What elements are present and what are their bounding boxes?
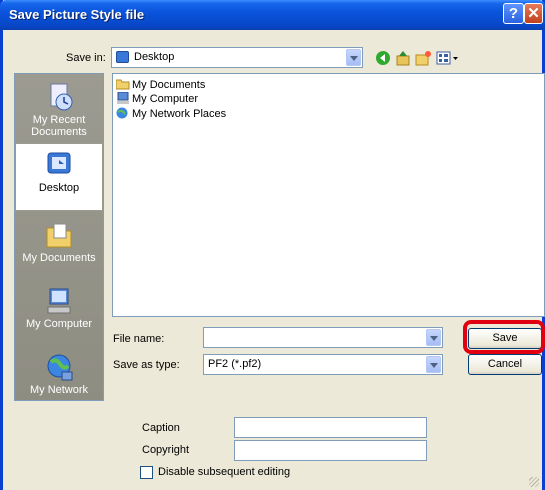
save-in-dropdown[interactable]: Desktop [111,47,363,68]
my-computer-icon [42,286,76,316]
resize-grip-icon[interactable] [529,477,539,487]
recent-documents-icon [42,82,76,112]
save-as-type-value: PF2 (*.pf2) [208,358,262,370]
help-button[interactable]: ? [503,3,524,24]
my-computer-icon [116,91,130,104]
save-as-type-label: Save as type: [113,359,180,371]
cancel-button[interactable]: Cancel [468,354,542,375]
file-list[interactable]: My Documents My Computer My Network Plac… [112,73,545,317]
my-documents-icon [115,78,130,90]
save-button-highlight [463,320,545,354]
file-name: My Documents [132,79,206,91]
disable-editing-label[interactable]: Disable subsequent editing [158,466,290,478]
copyright-label: Copyright [142,444,190,456]
window-title: Save Picture Style file [9,7,145,22]
close-button[interactable]: ✕ [524,3,543,24]
my-documents-icon [42,220,76,250]
save-as-type-dropdown[interactable]: PF2 (*.pf2) [203,354,443,375]
desktop-icon [42,150,76,180]
caption-label: Caption [142,422,180,434]
chevron-down-icon[interactable] [426,356,441,373]
list-item[interactable]: My Documents [115,78,206,92]
place-label: My Documents [22,252,96,264]
chevron-down-icon[interactable] [426,329,441,346]
save-in-value: Desktop [134,51,175,63]
chevron-down-icon[interactable] [346,49,361,66]
network-places-icon [116,107,130,119]
save-in-label: Save in: [66,52,106,64]
my-network-icon [42,352,76,382]
place-label: Desktop [38,182,80,194]
place-label: My Network [29,384,89,396]
place-label: My Computer [25,318,93,330]
place-my-documents[interactable]: My Documents [15,220,103,264]
file-name: My Network Places [132,108,227,120]
list-item[interactable]: My Network Places [116,107,226,121]
save-dialog: Save Picture Style file ? ✕ Save in: Des… [0,0,545,490]
views-menu-icon[interactable] [436,50,460,66]
place-label: My Recent [32,114,86,126]
file-name-label: File name: [113,333,165,345]
place-my-computer[interactable]: My Computer [15,286,103,330]
title-bar[interactable]: Save Picture Style file ? ✕ [0,0,545,30]
list-item[interactable]: My Computer [116,91,199,106]
place-desktop[interactable]: Desktop [15,143,103,211]
place-my-recent-documents[interactable]: My Recent Documents [15,82,103,138]
new-folder-icon[interactable] [415,50,431,66]
file-name: My Computer [132,93,199,105]
desktop-icon [116,51,129,63]
places-bar: My Recent Documents Desktop My Documents… [14,73,104,401]
disable-editing-checkbox[interactable] [140,466,153,479]
copyright-input[interactable] [234,440,427,461]
up-folder-icon[interactable] [395,50,411,66]
back-icon[interactable] [375,50,391,66]
caption-input[interactable] [234,417,427,438]
file-name-field[interactable] [203,327,443,348]
place-label: Documents [31,126,87,138]
place-my-network[interactable]: My Network [15,352,103,396]
